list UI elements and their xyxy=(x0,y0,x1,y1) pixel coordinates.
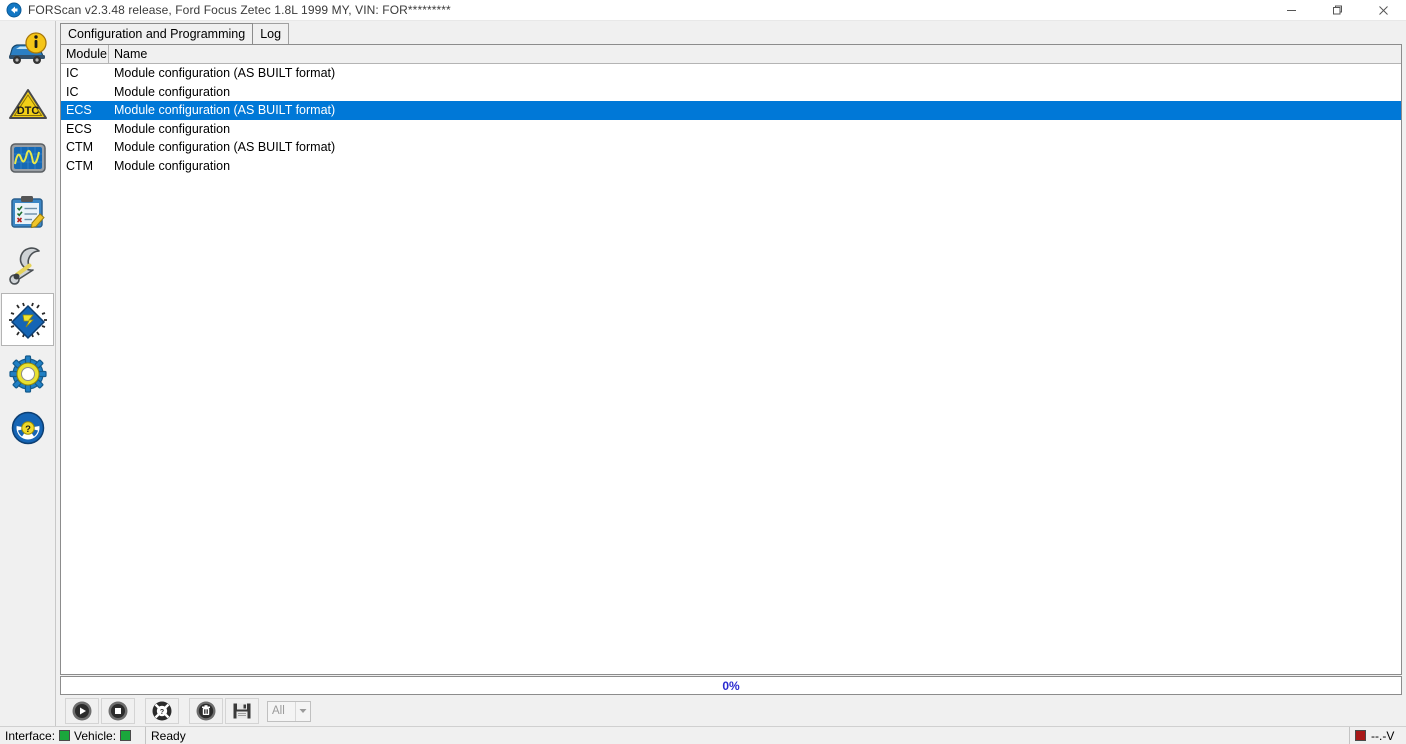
stop-icon xyxy=(107,700,129,722)
column-header-name[interactable]: Name xyxy=(109,45,1401,63)
tab-configuration-and-programming[interactable]: Configuration and Programming xyxy=(60,23,253,44)
sidebar-item-dtc[interactable]: DTC xyxy=(1,77,54,130)
voltage-panel: --.-V xyxy=(1350,727,1406,744)
run-button[interactable] xyxy=(65,698,99,724)
tab-label: Log xyxy=(260,27,281,41)
vehicle-status-led xyxy=(120,730,131,741)
vehicle-label: Vehicle: xyxy=(74,729,116,743)
chevron-down-icon[interactable] xyxy=(295,702,310,721)
floppy-save-icon xyxy=(231,700,253,722)
sidebar-item-service[interactable] xyxy=(1,239,54,292)
title-bar: FORScan v2.3.48 release, Ford Focus Zete… xyxy=(0,0,1406,21)
forscan-logo-icon xyxy=(6,2,22,18)
cell-module: CTM xyxy=(61,159,109,173)
stop-button[interactable] xyxy=(101,698,135,724)
maximize-button[interactable] xyxy=(1314,0,1360,21)
cell-name: Module configuration xyxy=(109,159,1401,173)
cell-name: Module configuration (AS BUILT format) xyxy=(109,66,1401,80)
clipboard-checklist-icon xyxy=(6,192,50,232)
cell-name: Module configuration xyxy=(109,122,1401,136)
module-list[interactable]: Module Name IC Module configuration (AS … xyxy=(60,44,1402,675)
progress-bar: 0% xyxy=(60,676,1402,695)
bottom-toolbar: ? xyxy=(60,696,1406,726)
play-icon xyxy=(71,700,93,722)
table-row[interactable]: CTM Module configuration xyxy=(61,157,1401,176)
interface-label: Interface: xyxy=(5,729,55,743)
status-message-panel: Ready xyxy=(146,727,1350,744)
svg-text:DTC: DTC xyxy=(16,105,39,117)
wrench-icon xyxy=(6,246,50,286)
save-button[interactable] xyxy=(225,698,259,724)
cancel-button[interactable]: ? xyxy=(145,698,179,724)
cell-name: Module configuration (AS BUILT format) xyxy=(109,140,1401,154)
tab-log[interactable]: Log xyxy=(252,23,289,44)
sidebar-item-oscilloscope[interactable] xyxy=(1,131,54,184)
svg-text:?: ? xyxy=(160,709,164,716)
chip-icon xyxy=(6,300,50,340)
sidebar-item-help[interactable]: ? xyxy=(1,401,54,454)
sidebar-item-vehicle-info[interactable] xyxy=(1,23,54,76)
main-body: DTC xyxy=(0,21,1406,726)
gear-icon xyxy=(6,354,50,394)
oscilloscope-icon xyxy=(6,138,50,178)
cell-module: ECS xyxy=(61,122,109,136)
filter-dropdown[interactable]: All xyxy=(267,701,311,722)
minimize-button[interactable] xyxy=(1268,0,1314,21)
content-area: Configuration and Programming Log Module… xyxy=(56,21,1406,726)
voltage-value: --.-V xyxy=(1371,729,1394,743)
progress-label: 0% xyxy=(722,679,739,693)
table-row[interactable]: IC Module configuration xyxy=(61,83,1401,102)
table-row[interactable]: ECS Module configuration xyxy=(61,120,1401,139)
cell-module: CTM xyxy=(61,140,109,154)
filter-value: All xyxy=(268,705,295,717)
tab-strip: Configuration and Programming Log xyxy=(60,21,1406,44)
cell-name: Module configuration (AS BUILT format) xyxy=(109,103,1401,117)
dtc-warning-triangle-icon: DTC xyxy=(6,84,50,124)
window-controls xyxy=(1268,0,1406,21)
table-row[interactable]: CTM Module configuration (AS BUILT forma… xyxy=(61,138,1401,157)
table-row[interactable]: ECS Module configuration (AS BUILT forma… xyxy=(61,101,1401,120)
cell-module: IC xyxy=(61,66,109,80)
list-body: IC Module configuration (AS BUILT format… xyxy=(61,64,1401,674)
sidebar-item-configuration-programming[interactable] xyxy=(1,293,54,346)
sidebar-item-tests[interactable] xyxy=(1,185,54,238)
sidebar-item-settings[interactable] xyxy=(1,347,54,400)
cell-module: IC xyxy=(61,85,109,99)
cell-name: Module configuration xyxy=(109,85,1401,99)
voltage-status-led xyxy=(1355,730,1366,741)
close-button[interactable] xyxy=(1360,0,1406,21)
cancel-wheel-icon: ? xyxy=(151,700,173,722)
delete-button[interactable] xyxy=(189,698,223,724)
steering-wheel-help-icon: ? xyxy=(6,408,50,448)
svg-text:?: ? xyxy=(25,424,31,435)
cell-module: ECS xyxy=(61,103,109,117)
car-info-icon xyxy=(6,30,50,70)
trash-icon xyxy=(195,700,217,722)
sidebar: DTC xyxy=(0,21,56,726)
status-bar: Interface: Vehicle: Ready --.-V xyxy=(0,726,1406,744)
connection-status-panel: Interface: Vehicle: xyxy=(0,727,146,744)
tab-label: Configuration and Programming xyxy=(68,27,245,41)
forscan-window: FORScan v2.3.48 release, Ford Focus Zete… xyxy=(0,0,1406,744)
window-title: FORScan v2.3.48 release, Ford Focus Zete… xyxy=(28,3,451,17)
interface-status-led xyxy=(59,730,70,741)
column-header-module[interactable]: Module xyxy=(61,45,109,63)
status-message: Ready xyxy=(151,729,186,743)
table-row[interactable]: IC Module configuration (AS BUILT format… xyxy=(61,64,1401,83)
list-header: Module Name xyxy=(61,45,1401,64)
